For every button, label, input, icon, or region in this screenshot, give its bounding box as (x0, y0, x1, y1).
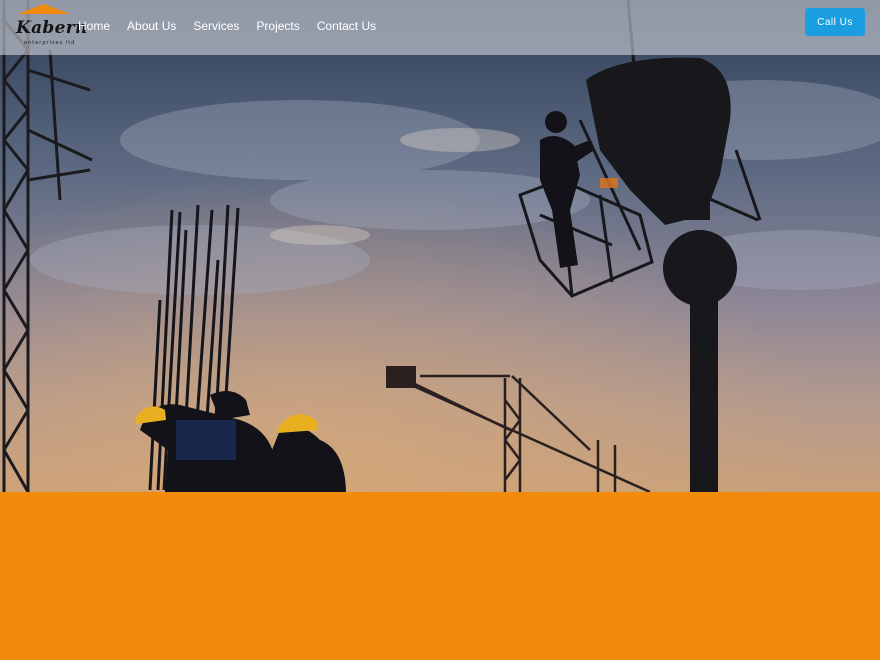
call-us-button[interactable]: Call Us (805, 8, 865, 36)
nav-link-contact-us[interactable]: Contact Us (317, 19, 376, 33)
main-nav: Home About Us Services Projects Contact … (78, 19, 376, 33)
brand-name: Kabern (16, 18, 88, 38)
nav-link-projects[interactable]: Projects (256, 19, 299, 33)
top-navbar: Kabern enterprises ltd Home About Us Ser… (0, 0, 880, 55)
nav-link-home[interactable]: Home (78, 19, 110, 33)
nav-link-services[interactable]: Services (193, 19, 239, 33)
nav-link-about-us[interactable]: About Us (127, 19, 176, 33)
hero-image (0, 0, 880, 492)
orange-section (0, 492, 880, 660)
brand-tagline: enterprises ltd (24, 40, 76, 46)
page: Kabern enterprises ltd Home About Us Ser… (0, 0, 880, 660)
brand-logo[interactable]: Kabern enterprises ltd (8, 4, 88, 52)
roof-icon (18, 4, 70, 14)
